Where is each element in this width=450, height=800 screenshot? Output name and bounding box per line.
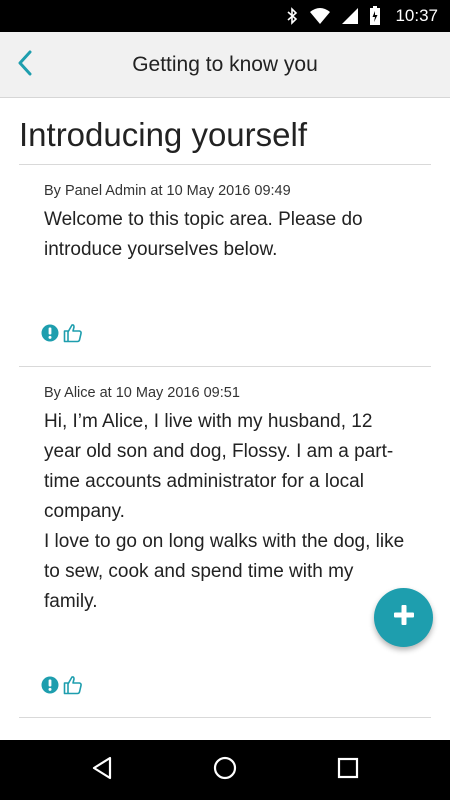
nav-recents-button[interactable] [323, 745, 373, 795]
post-item: By Panel Admin at 10 May 2016 09:49 Welc… [19, 165, 431, 367]
back-triangle-icon [91, 756, 113, 785]
report-icon[interactable] [40, 675, 60, 695]
wifi-icon [309, 7, 331, 25]
system-nav-bar [0, 740, 450, 800]
thumbs-up-icon[interactable] [63, 323, 83, 343]
back-button[interactable] [10, 50, 40, 80]
add-post-button[interactable] [374, 588, 433, 647]
post-meta: By Alice at 10 May 2016 09:51 [44, 385, 240, 401]
nav-home-button[interactable] [200, 745, 250, 795]
nav-back-button[interactable] [77, 745, 127, 795]
battery-icon [369, 6, 381, 26]
report-icon[interactable] [40, 323, 60, 343]
post-item: By Alice at 10 May 2016 09:51 Hi, I’m Al… [19, 367, 431, 718]
recents-square-icon [337, 757, 359, 784]
app-bar: Getting to know you [0, 32, 450, 98]
app-bar-title: Getting to know you [132, 52, 318, 76]
bluetooth-icon [285, 7, 299, 25]
post-actions [40, 323, 83, 343]
post-paragraph: Welcome to this topic area. Please do in… [44, 209, 363, 260]
post-paragraph: I love to go on long walks with the dog,… [44, 531, 405, 612]
post-paragraph: Hi, I’m Alice, I live with my husband, 1… [44, 411, 394, 522]
thumbs-up-icon[interactable] [63, 675, 83, 695]
post-body: Welcome to this topic area. Please do in… [44, 205, 406, 265]
status-bar: 10:37 [0, 0, 450, 32]
cell-signal-icon [341, 7, 359, 25]
page-title: Introducing yourself [19, 116, 431, 165]
post-meta: By Panel Admin at 10 May 2016 09:49 [44, 183, 291, 199]
status-time: 10:37 [395, 6, 438, 25]
plus-icon [392, 603, 416, 632]
home-circle-icon [213, 756, 237, 785]
post-body: Hi, I’m Alice, I live with my husband, 1… [44, 407, 406, 617]
post-actions [40, 675, 83, 695]
chevron-left-icon [17, 50, 33, 81]
topic-content[interactable]: Introducing yourself By Panel Admin at 1… [0, 98, 450, 740]
